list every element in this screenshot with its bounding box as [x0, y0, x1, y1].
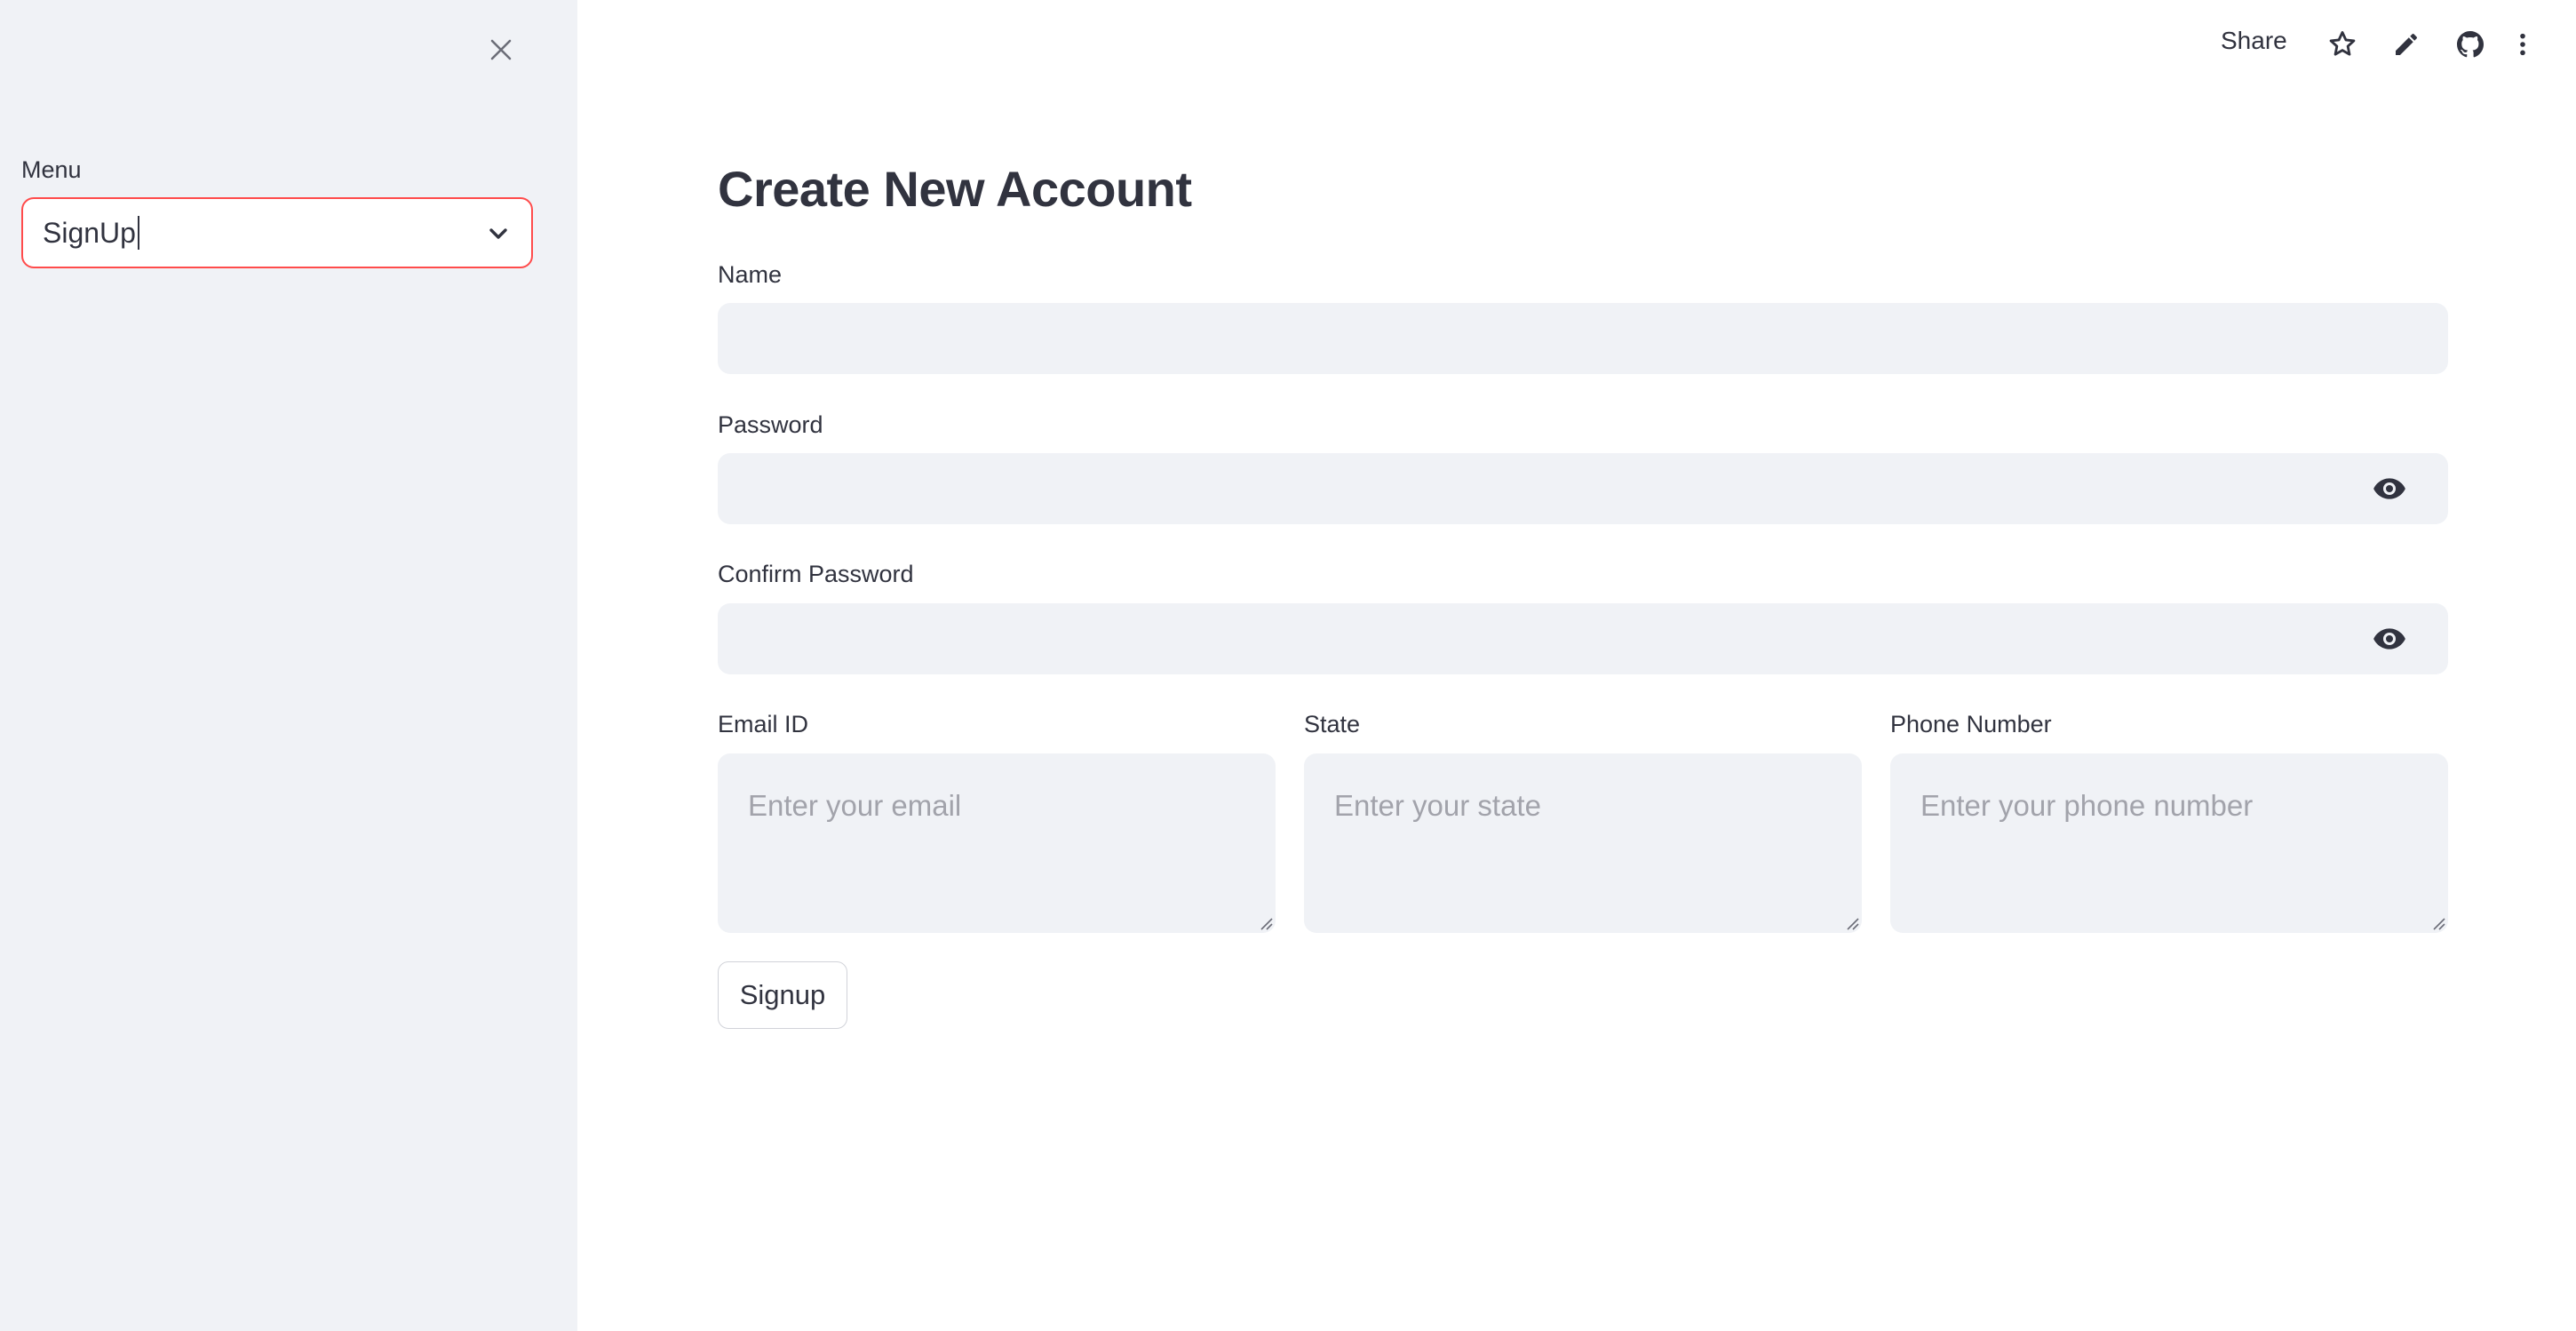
signup-button[interactable]: Signup	[718, 961, 847, 1029]
email-label: Email ID	[718, 711, 809, 737]
close-icon	[490, 39, 512, 60]
edit-button[interactable]	[2389, 27, 2424, 62]
menu-select-value: SignUp	[43, 216, 136, 249]
resize-handle-icon[interactable]	[1256, 913, 1274, 931]
name-label: Name	[718, 261, 783, 288]
show-password-button[interactable]	[2370, 469, 2409, 508]
phone-textarea[interactable]	[1890, 753, 2448, 933]
app-root: Menu SignUp Share Create New Account Nam…	[0, 0, 2576, 1331]
eye-icon	[2373, 478, 2405, 499]
main-menu-button[interactable]	[2505, 27, 2540, 62]
github-icon	[2457, 31, 2484, 58]
phone-label: Phone Number	[1890, 711, 2052, 737]
password-label: Password	[718, 411, 823, 438]
name-input[interactable]	[718, 303, 2448, 374]
confirm-password-input[interactable]	[718, 603, 2448, 674]
star-icon	[2329, 31, 2356, 56]
menu-select[interactable]: SignUp	[21, 197, 533, 268]
pencil-icon	[2396, 34, 2417, 55]
text-cursor	[137, 216, 139, 250]
more-vertical-icon	[2520, 33, 2525, 56]
resize-handle-icon[interactable]	[2429, 913, 2446, 931]
share-button[interactable]: Share	[2221, 27, 2287, 55]
chevron-down-icon	[489, 228, 507, 239]
password-input[interactable]	[718, 453, 2448, 524]
eye-icon	[2373, 628, 2405, 650]
email-textarea[interactable]	[718, 753, 1276, 933]
page-title: Create New Account	[718, 161, 1192, 217]
show-confirm-password-button[interactable]	[2370, 619, 2409, 658]
star-button[interactable]	[2325, 27, 2360, 62]
confirm-password-label: Confirm Password	[718, 561, 914, 587]
github-button[interactable]	[2453, 27, 2488, 62]
menu-label: Menu	[21, 156, 82, 183]
state-textarea[interactable]	[1304, 753, 1862, 933]
sidebar: Menu SignUp	[0, 0, 577, 1331]
state-label: State	[1304, 711, 1361, 737]
resize-handle-icon[interactable]	[1842, 913, 1860, 931]
close-sidebar-button[interactable]	[483, 32, 519, 68]
